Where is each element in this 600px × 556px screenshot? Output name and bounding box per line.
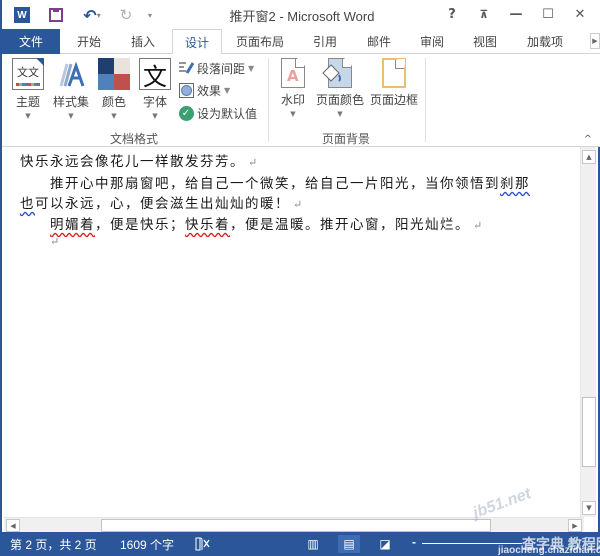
document-line: ↵	[50, 233, 59, 249]
scroll-left-button[interactable]: ◀	[6, 519, 20, 532]
fonts-button[interactable]: 文 字体 ▼	[137, 58, 173, 120]
grammar-flag: 刹那	[500, 176, 530, 192]
page-color-icon	[322, 58, 352, 88]
colors-button[interactable]: 颜色 ▼	[96, 58, 132, 120]
collapse-ribbon-button[interactable]: ^	[584, 134, 592, 145]
vertical-scrollbar[interactable]: ▲ ▼	[580, 147, 596, 517]
tab-references[interactable]: 引用	[300, 29, 350, 54]
zoom-slider[interactable]	[422, 543, 522, 544]
proofing-button[interactable]	[192, 535, 214, 553]
proofing-icon	[195, 537, 210, 551]
print-layout-button[interactable]: ▤	[338, 535, 360, 553]
theme-icon: 文文	[12, 58, 44, 90]
tab-review[interactable]: 审阅	[407, 29, 457, 54]
dropdown-arrow-icon: ▼	[111, 112, 117, 120]
paragraph-mark: ↵	[473, 219, 483, 232]
horizontal-scrollbar[interactable]: ◀ ▶	[4, 517, 584, 532]
horizontal-scroll-thumb[interactable]	[101, 519, 491, 532]
color-swatch	[114, 74, 130, 90]
status-bar: 第 2 页，共 2 页 1609 个字 ▥ ▤ ◪ -	[2, 532, 600, 556]
scroll-right-button[interactable]: ▶	[568, 519, 582, 532]
effects-icon	[178, 82, 194, 98]
group-separator	[425, 58, 426, 142]
page-number-indicator[interactable]: 第 2 页，共 2 页	[10, 536, 97, 553]
title-bar: W ↶ ▾ ↻ ▾ 推开窗2 - Microsoft Word ? ⊼ — ☐ ✕	[2, 0, 600, 29]
dropdown-arrow-icon: ▼	[248, 63, 255, 73]
tab-page-layout[interactable]: 页面布局	[225, 29, 295, 54]
dropdown-arrow-icon: ▼	[25, 112, 31, 120]
dropdown-arrow-icon: ▼	[290, 110, 296, 118]
ribbon-design: 文文 主题 ▼ 样式集 ▼ 颜色 ▼ 文 字体 ▼ 段落间距 ▼ 效果 ▼ ✓ …	[2, 54, 600, 147]
paragraph-mark: ↵	[293, 198, 303, 211]
tab-insert[interactable]: 插入	[117, 29, 169, 54]
print-layout-icon: ▤	[343, 537, 355, 551]
help-button[interactable]: ?	[436, 4, 468, 24]
page-borders-icon	[382, 58, 406, 88]
effects-button[interactable]: 效果 ▼	[178, 80, 230, 100]
tab-mailings[interactable]: 邮件	[354, 29, 404, 54]
color-swatch	[98, 58, 114, 74]
ribbon-display-options-button[interactable]: ⊼	[468, 4, 500, 24]
style-set-icon	[55, 58, 87, 90]
dropdown-arrow-icon: ▼	[224, 85, 231, 95]
spelling-flag: 快乐着	[185, 217, 230, 233]
document-line: 也可以永远，心，便会滋生出灿灿的暖！ ↵	[20, 196, 303, 212]
tab-scroll-right-button[interactable]: ▶	[590, 33, 600, 49]
read-mode-icon: ▥	[307, 537, 319, 551]
colors-icon	[98, 58, 130, 90]
set-default-icon: ✓	[178, 105, 194, 121]
dropdown-arrow-icon: ▼	[68, 112, 74, 120]
paragraph-spacing-button[interactable]: 段落间距 ▼	[178, 58, 254, 78]
spelling-flag: 明媚着	[50, 217, 95, 233]
scroll-down-button[interactable]: ▼	[582, 501, 596, 515]
word-window: W ↶ ▾ ↻ ▾ 推开窗2 - Microsoft Word ? ⊼ — ☐ ✕…	[0, 0, 600, 556]
style-set-button[interactable]: 样式集 ▼	[50, 58, 92, 120]
theme-button[interactable]: 文文 主题 ▼	[10, 58, 46, 120]
vertical-scroll-thumb[interactable]	[582, 397, 596, 467]
minimize-button[interactable]: —	[500, 4, 532, 24]
color-swatch	[114, 58, 130, 74]
window-controls: ? ⊼ — ☐ ✕	[436, 4, 596, 24]
close-button[interactable]: ✕	[564, 4, 596, 24]
page-color-button[interactable]: 页面颜色 ▼	[315, 58, 365, 118]
document-line: 明媚着，便是快乐；快乐着，便是温暖。推开心窗，阳光灿烂。 ↵	[50, 217, 483, 233]
paragraph-mark: ↵	[50, 235, 60, 248]
grammar-flag: 也	[20, 196, 35, 212]
word-count-indicator[interactable]: 1609 个字	[120, 536, 174, 553]
tab-file[interactable]: 文件	[2, 29, 60, 54]
web-layout-button[interactable]: ◪	[374, 535, 396, 553]
web-layout-icon: ◪	[379, 537, 391, 551]
fonts-icon: 文	[139, 58, 171, 91]
document-canvas[interactable]: 快乐永远会像花儿一样散发芬芳。 ↵ 推开心中那扇窗吧，给自己一个微笑，给自己一片阳…	[4, 147, 584, 517]
watermark-icon: A	[281, 58, 305, 88]
page-borders-button[interactable]: 页面边框	[368, 58, 420, 108]
tab-design[interactable]: 设计	[172, 29, 222, 55]
dropdown-arrow-icon: ▼	[152, 112, 158, 120]
ribbon-display-icon: ⊼	[479, 7, 489, 21]
scroll-up-button[interactable]: ▲	[582, 150, 596, 164]
color-swatch	[98, 74, 114, 90]
group-label-document-formatting: 文档格式	[110, 132, 159, 146]
zoom-out-button[interactable]: -	[412, 535, 416, 549]
read-mode-button[interactable]: ▥	[302, 535, 324, 553]
tab-addins[interactable]: 加载项	[515, 29, 575, 54]
document-line: 推开心中那扇窗吧，给自己一个微笑，给自己一片阳光，当你领悟到刹那	[50, 176, 530, 192]
group-label-page-background: 页面背景	[322, 132, 371, 146]
paragraph-spacing-icon	[178, 60, 194, 76]
group-separator	[268, 58, 269, 142]
tab-view[interactable]: 视图	[460, 29, 510, 54]
dropdown-arrow-icon: ▼	[337, 110, 343, 118]
maximize-button[interactable]: ☐	[532, 4, 564, 24]
tab-home[interactable]: 开始	[64, 29, 114, 54]
ribbon-tabs: 文件 开始 插入 设计 页面布局 引用 邮件 审阅 视图 加载项 ▶	[2, 29, 600, 55]
document-line: 快乐永远会像花儿一样散发芬芳。 ↵	[20, 154, 258, 170]
watermark-button[interactable]: A 水印 ▼	[276, 58, 310, 118]
paragraph-mark: ↵	[248, 156, 258, 169]
set-as-default-button[interactable]: ✓ 设为默认值	[178, 103, 257, 123]
